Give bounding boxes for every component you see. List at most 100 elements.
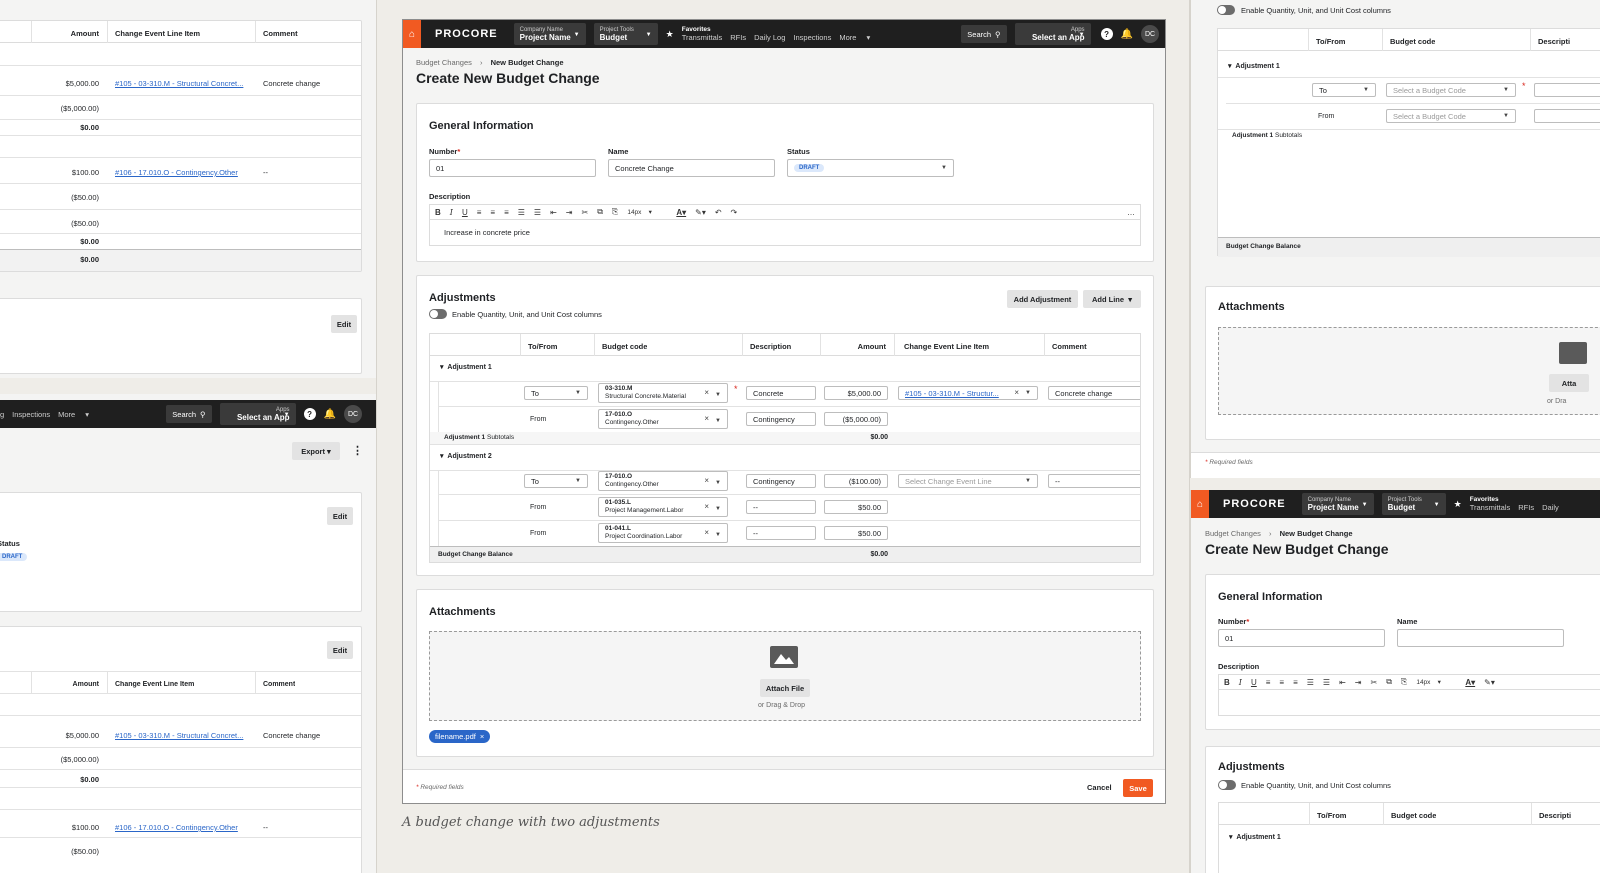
close-icon[interactable]: × — [704, 415, 709, 423]
bullet-list-icon[interactable]: ☰ — [1307, 678, 1314, 687]
align-right-icon[interactable]: ≡ — [1293, 678, 1298, 687]
drop-zone[interactable]: Attach File or Drag & Drop — [429, 631, 1141, 721]
rt-attach-button[interactable]: Atta — [1549, 374, 1589, 392]
undo-icon[interactable]: ↶ — [715, 208, 722, 217]
align-center-icon[interactable]: ≡ — [490, 208, 495, 217]
export-button[interactable]: Export ▾ — [292, 442, 340, 460]
rb-fav-2[interactable]: Daily — [1542, 503, 1559, 512]
rt-budget-code-select-0[interactable]: Select a Budget Code ▼ — [1386, 83, 1516, 97]
help-icon[interactable]: ? — [303, 408, 316, 420]
description-input-2[interactable]: Contingency — [746, 474, 816, 488]
close-icon[interactable]: × — [704, 389, 709, 397]
underline-icon[interactable]: U — [1251, 678, 1257, 687]
copy-icon[interactable]: ⧉ — [597, 207, 603, 217]
amount-input-4[interactable]: $50.00 — [824, 526, 888, 540]
description-editor[interactable]: Increase in concrete price — [429, 220, 1141, 246]
budget-code-select-1[interactable]: 17-010.O Contingency.Other × ▼ — [598, 409, 728, 429]
add-line-button[interactable]: Add Line ▾ — [1083, 290, 1141, 308]
copy-icon[interactable]: ⧉ — [1386, 677, 1392, 687]
align-right-icon[interactable]: ≡ — [504, 208, 509, 217]
search-button[interactable]: Search ⚲ — [961, 25, 1007, 43]
rt-to-select[interactable]: To ▼ — [1312, 83, 1376, 97]
paste-icon[interactable]: ⎘ — [612, 207, 618, 217]
rb-tools-dropdown[interactable]: Project Tools Budget ▼ — [1381, 493, 1446, 515]
bold-icon[interactable]: B — [435, 208, 441, 217]
rt-budget-code-select-1[interactable]: Select a Budget Code ▼ — [1386, 109, 1516, 123]
cut-icon[interactable]: ✂ — [1371, 678, 1378, 687]
close-icon[interactable]: × — [480, 732, 484, 741]
numbered-list-icon[interactable]: ☰ — [534, 208, 541, 217]
home-icon[interactable]: ⌂ — [403, 20, 421, 48]
budget-code-select-2[interactable]: 17-010.O Contingency.Other × ▼ — [598, 471, 728, 491]
italic-icon[interactable]: I — [450, 208, 453, 217]
align-left-icon[interactable]: ≡ — [1266, 678, 1271, 687]
help-icon[interactable]: ? — [1100, 28, 1113, 40]
bold-icon[interactable]: B — [1224, 678, 1230, 687]
cut-icon[interactable]: ✂ — [582, 208, 589, 217]
avatar[interactable]: DC — [344, 405, 362, 423]
fav-inspections[interactable]: Inspections — [793, 33, 831, 42]
indent-icon[interactable]: ⇥ — [566, 208, 573, 217]
budget-code-select-0[interactable]: 03-310.M Structural Concrete.Material × ▼ — [598, 383, 728, 403]
name-input[interactable]: Concrete Change — [608, 159, 775, 177]
avatar[interactable]: DC — [1141, 25, 1159, 43]
budget-code-select-4[interactable]: 01-041.L Project Coordination.Labor × ▼ — [598, 523, 728, 543]
fav-transmittals[interactable]: Transmittals — [682, 33, 723, 42]
adjustment-2-group[interactable]: ▾ Adjustment 2 — [440, 452, 492, 460]
amount-input-3[interactable]: $50.00 — [824, 500, 888, 514]
add-adjustment-button[interactable]: Add Adjustment — [1007, 290, 1078, 308]
fav-daily-log[interactable]: Daily Log — [754, 33, 785, 42]
rb-number-input[interactable]: 01 — [1218, 629, 1385, 647]
rb-adjustment-1[interactable]: ▾ Adjustment 1 — [1229, 833, 1281, 841]
rb-breadcrumb-root[interactable]: Budget Changes — [1205, 529, 1261, 538]
quantity-columns-toggle[interactable] — [1217, 5, 1235, 15]
paste-icon[interactable]: ⎘ — [1401, 677, 1407, 687]
lb-cei-3[interactable]: #106 - 17.010.O - Contingency.Other — [115, 823, 255, 832]
change-event-select-2[interactable]: Select Change Event Line ▼ — [898, 474, 1038, 488]
file-chip[interactable]: filename.pdf × — [429, 730, 491, 743]
save-button[interactable]: Save — [1123, 779, 1153, 797]
cancel-button[interactable]: Cancel — [1087, 783, 1112, 792]
star-icon[interactable]: ★ — [666, 29, 674, 40]
change-event-select-0[interactable]: #105 - 03-310.M - Structur... × ▼ — [898, 386, 1038, 400]
tools-dropdown[interactable]: Project Tools Budget ▼ — [593, 23, 658, 45]
lb-apps-dropdown[interactable]: Apps Select an App ▼ — [219, 403, 296, 425]
rt-drop-zone[interactable]: Atta or Dra — [1218, 327, 1600, 415]
outdent-icon[interactable]: ⇤ — [550, 208, 557, 217]
lt-cei-3[interactable]: #106 - 17.010.O - Contingency.Other — [115, 168, 255, 177]
lb-nav-link-0[interactable]: g — [0, 410, 4, 419]
rb-fav-0[interactable]: Transmittals — [1470, 503, 1511, 512]
bell-icon[interactable]: 🔔 — [324, 409, 336, 420]
number-input[interactable]: 01 — [429, 159, 596, 177]
home-icon[interactable]: ⌂ — [1191, 490, 1209, 518]
outdent-icon[interactable]: ⇤ — [1339, 678, 1346, 687]
lb-cei-0[interactable]: #105 - 03-310.M - Structural Concret... — [115, 731, 255, 740]
rb-fav-1[interactable]: RFIs — [1518, 503, 1534, 512]
description-input-0[interactable]: Concrete — [746, 386, 816, 400]
adjustment-1-group[interactable]: ▾ Adjustment 1 — [440, 363, 492, 371]
lb-nav-more[interactable]: More ▾ — [58, 410, 89, 419]
description-input-1[interactable]: Contingency — [746, 412, 816, 426]
lt-cei-0[interactable]: #105 - 03-310.M - Structural Concret... — [115, 79, 255, 88]
comment-input-0[interactable]: Concrete change — [1048, 386, 1140, 400]
more-options-icon[interactable]: … — [1127, 208, 1135, 217]
comment-input-2[interactable]: -- — [1048, 474, 1140, 488]
to-from-select-0[interactable]: To ▼ — [524, 386, 588, 400]
font-size-select[interactable]: 14px ▾ — [627, 208, 667, 216]
attach-file-button[interactable]: Attach File — [760, 679, 810, 697]
quantity-columns-toggle[interactable] — [1218, 780, 1236, 790]
font-size-select[interactable]: 14px ▾ — [1416, 678, 1456, 686]
edit-button[interactable]: Edit — [327, 507, 353, 525]
rt-adjustment-1[interactable]: ▾ Adjustment 1 — [1228, 62, 1280, 70]
rb-description-editor[interactable] — [1218, 690, 1600, 716]
rb-company-dropdown[interactable]: Company Name Project Name ▼ — [1301, 493, 1374, 515]
highlight-icon[interactable]: ✎▾ — [695, 208, 706, 217]
quantity-columns-toggle[interactable] — [429, 309, 447, 319]
bullet-list-icon[interactable]: ☰ — [518, 208, 525, 217]
edit-button[interactable]: Edit — [331, 315, 357, 333]
star-icon[interactable]: ★ — [1454, 499, 1462, 510]
procore-logo[interactable]: PROCORE — [435, 28, 498, 40]
fav-rfis[interactable]: RFIs — [730, 33, 746, 42]
close-icon[interactable]: × — [1014, 388, 1019, 397]
rt-description-input-2[interactable] — [1534, 109, 1600, 123]
